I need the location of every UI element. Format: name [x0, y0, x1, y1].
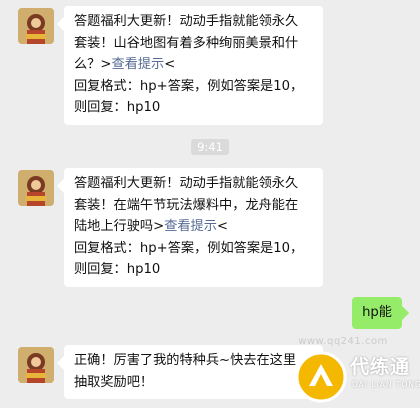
- message-text-line: 套装！在端午节玩法爆料中，龙舟能在: [74, 197, 299, 213]
- message-text-line: 么？>查看提示<: [74, 54, 313, 76]
- sender-avatar[interactable]: [18, 347, 54, 383]
- sender-avatar[interactable]: [18, 170, 54, 206]
- watermark-subtitle: DAI LIAN TONG: [352, 380, 420, 389]
- message-text: 陆地上行驶吗>: [74, 219, 165, 234]
- reply-format-line: 则回复：hp10: [74, 262, 161, 277]
- message-text: <: [164, 57, 176, 72]
- message-text-line: 答题福利大更新！动动手指就能领永久: [74, 14, 299, 29]
- message-text-line: 陆地上行驶吗>查看提示<: [74, 216, 313, 238]
- message-timestamp: 9:41: [191, 139, 229, 155]
- reply-format-line: 回复格式：hp+答案，例如答案是10，: [74, 240, 304, 256]
- reply-format-line: 回复格式：hp+答案，例如答案是10，: [74, 78, 304, 94]
- incoming-message-bubble[interactable]: 答题福利大更新！动动手指就能领永久 套装！在端午节玩法爆料中，龙舟能在 陆地上行…: [64, 168, 323, 287]
- message-text-line: 套装！山谷地图有着多种绚丽美景和什: [74, 35, 299, 51]
- game-character-avatar-icon: [18, 170, 54, 206]
- site-watermark: www.qq241.com 代练通 DAI LIAN TONG: [266, 336, 420, 408]
- watermark-title: 代练通: [350, 356, 411, 378]
- view-hint-link[interactable]: 查看提示: [111, 57, 164, 72]
- message-text-line: 答题福利大更新！动动手指就能领永久: [74, 176, 299, 191]
- outgoing-message-bubble[interactable]: hp能: [352, 297, 402, 329]
- dai-lian-tong-logo-icon: [295, 351, 347, 403]
- game-character-avatar-icon: [18, 8, 54, 44]
- watermark-url: www.qq241.com: [298, 336, 388, 347]
- game-character-avatar-icon: [18, 347, 54, 383]
- reply-format-line: 则回复：hp10: [74, 100, 161, 115]
- message-text: 么？>: [74, 57, 112, 72]
- incoming-message-bubble[interactable]: 答题福利大更新！动动手指就能领永久 套装！山谷地图有着多种绚丽美景和什 么？>查…: [64, 6, 323, 125]
- message-text: <: [216, 219, 228, 234]
- view-hint-link[interactable]: 查看提示: [164, 219, 217, 234]
- sender-avatar[interactable]: [18, 8, 54, 44]
